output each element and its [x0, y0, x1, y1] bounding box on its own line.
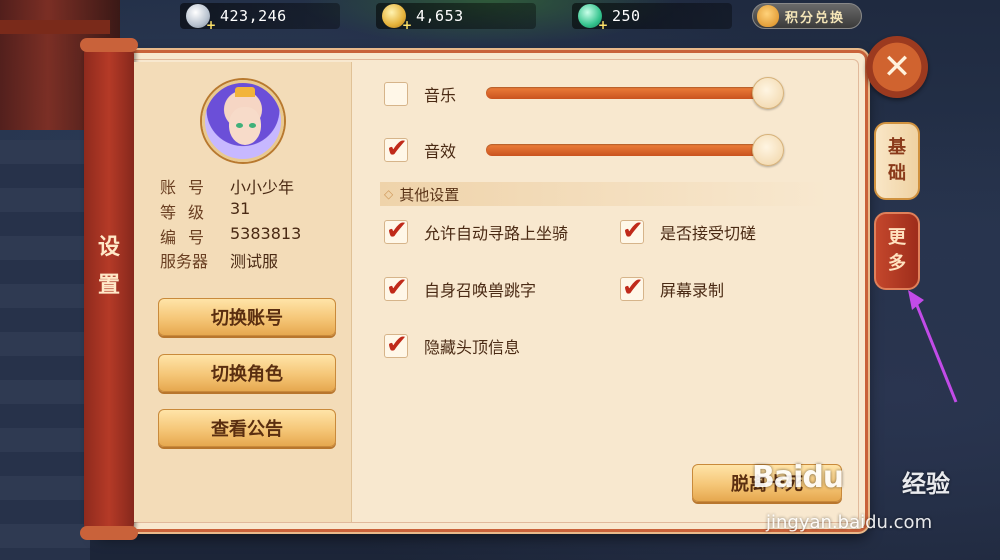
screen-record-checkbox[interactable] [620, 272, 644, 304]
profile-key: 编号 [160, 228, 217, 247]
option-label: 隐藏头顶信息 [424, 338, 521, 357]
auto-mount-checkbox[interactable] [384, 215, 408, 247]
option-accept-duel: 是否接受切磋 [620, 215, 757, 247]
avatar-eye [236, 123, 243, 128]
currency-jade-value: 250 [612, 7, 641, 25]
tab-more[interactable]: 更 多 [874, 212, 920, 290]
close-icon: ✕ [882, 47, 912, 87]
profile-value: 小小少年 [230, 178, 295, 197]
pet-damage-text-checkbox[interactable] [384, 272, 408, 304]
currency-gold-value: 4,653 [416, 7, 464, 25]
avatar-crown [235, 87, 255, 97]
redeem-points-button[interactable]: 积分兑换 [752, 3, 862, 29]
option-label: 允许自动寻路上坐骑 [424, 224, 569, 243]
gold-coin-icon [382, 4, 412, 32]
avatar-face [229, 107, 261, 145]
tab-char: 基 [888, 137, 906, 158]
sfx-label: 音效 [424, 142, 457, 161]
tab-char: 础 [888, 163, 906, 184]
music-row: 音乐 [384, 82, 456, 106]
view-announcement-button[interactable]: 查看公告 [158, 409, 336, 447]
redeem-label: 积分兑换 [785, 10, 846, 26]
switch-account-button[interactable]: 切换账号 [158, 298, 336, 336]
option-label: 自身召唤兽跳字 [424, 281, 537, 300]
profile-value: 31 [230, 199, 251, 218]
option-hide-overhead: 隐藏头顶信息 [384, 329, 521, 361]
switch-role-button[interactable]: 切换角色 [158, 354, 336, 392]
currency-jade[interactable]: 250 [572, 3, 732, 32]
panel-title-char: 设 [97, 234, 120, 260]
profile-key: 服务器 [160, 252, 209, 271]
tab-char: 更 [888, 227, 906, 248]
annotation-arrow-icon [908, 290, 958, 403]
diamond-icon: ◇ [384, 187, 394, 201]
watermark: Baidu 经验 jingyan.baidu.com [752, 452, 992, 542]
watermark-text: 经验 [902, 470, 950, 498]
jade-coin-icon [578, 4, 608, 32]
tab-basic[interactable]: 基 础 [874, 122, 920, 200]
music-checkbox[interactable] [384, 82, 408, 106]
panel-title-char: 置 [97, 272, 120, 298]
music-label: 音乐 [424, 86, 457, 105]
sfx-checkbox[interactable] [384, 133, 408, 165]
other-settings-title: 其他设置 [399, 185, 460, 204]
profile-row-server: 服务器 测试服 [160, 248, 278, 272]
music-volume-knob[interactable] [752, 77, 784, 109]
sfx-volume-knob[interactable] [752, 134, 784, 166]
sfx-row: 音效 [384, 133, 457, 165]
avatar-eye [249, 123, 256, 128]
silver-coin-icon [186, 4, 216, 32]
avatar [202, 80, 284, 162]
background-stone-wall [0, 140, 90, 560]
profile-row-id: 编号 5383813 [160, 224, 301, 248]
other-settings-header: ◇ 其他设置 [380, 182, 828, 206]
currency-bar: 423,246 4,653 250 积分兑换 [0, 0, 1000, 32]
tab-char: 多 [888, 253, 906, 274]
option-auto-mount: 允许自动寻路上坐骑 [384, 215, 569, 247]
close-button[interactable]: ✕ [866, 36, 928, 98]
profile-value: 测试服 [230, 252, 279, 271]
currency-silver[interactable]: 423,246 [180, 3, 340, 32]
profile-key: 等级 [160, 203, 217, 222]
profile-value: 5383813 [230, 224, 302, 243]
profile-row-account: 账号 小小少年 [160, 174, 294, 198]
option-label: 屏幕录制 [660, 281, 725, 300]
accept-duel-checkbox[interactable] [620, 215, 644, 247]
hide-overhead-checkbox[interactable] [384, 329, 408, 361]
option-pet-damage-text: 自身召唤兽跳字 [384, 272, 537, 304]
option-screen-record: 屏幕录制 [620, 272, 725, 304]
panel-title: 设 置 [84, 228, 134, 304]
sfx-volume-slider[interactable] [486, 144, 766, 156]
currency-gold[interactable]: 4,653 [376, 3, 536, 32]
currency-silver-value: 423,246 [220, 7, 287, 25]
option-label: 是否接受切磋 [660, 224, 757, 243]
music-volume-slider[interactable] [486, 87, 766, 99]
lucky-bag-icon [757, 5, 779, 27]
watermark-url: jingyan.baidu.com [766, 512, 933, 533]
watermark-logo: Baidu [752, 460, 844, 495]
profile-key: 账号 [160, 178, 217, 197]
profile-row-level: 等级 31 [160, 199, 250, 223]
